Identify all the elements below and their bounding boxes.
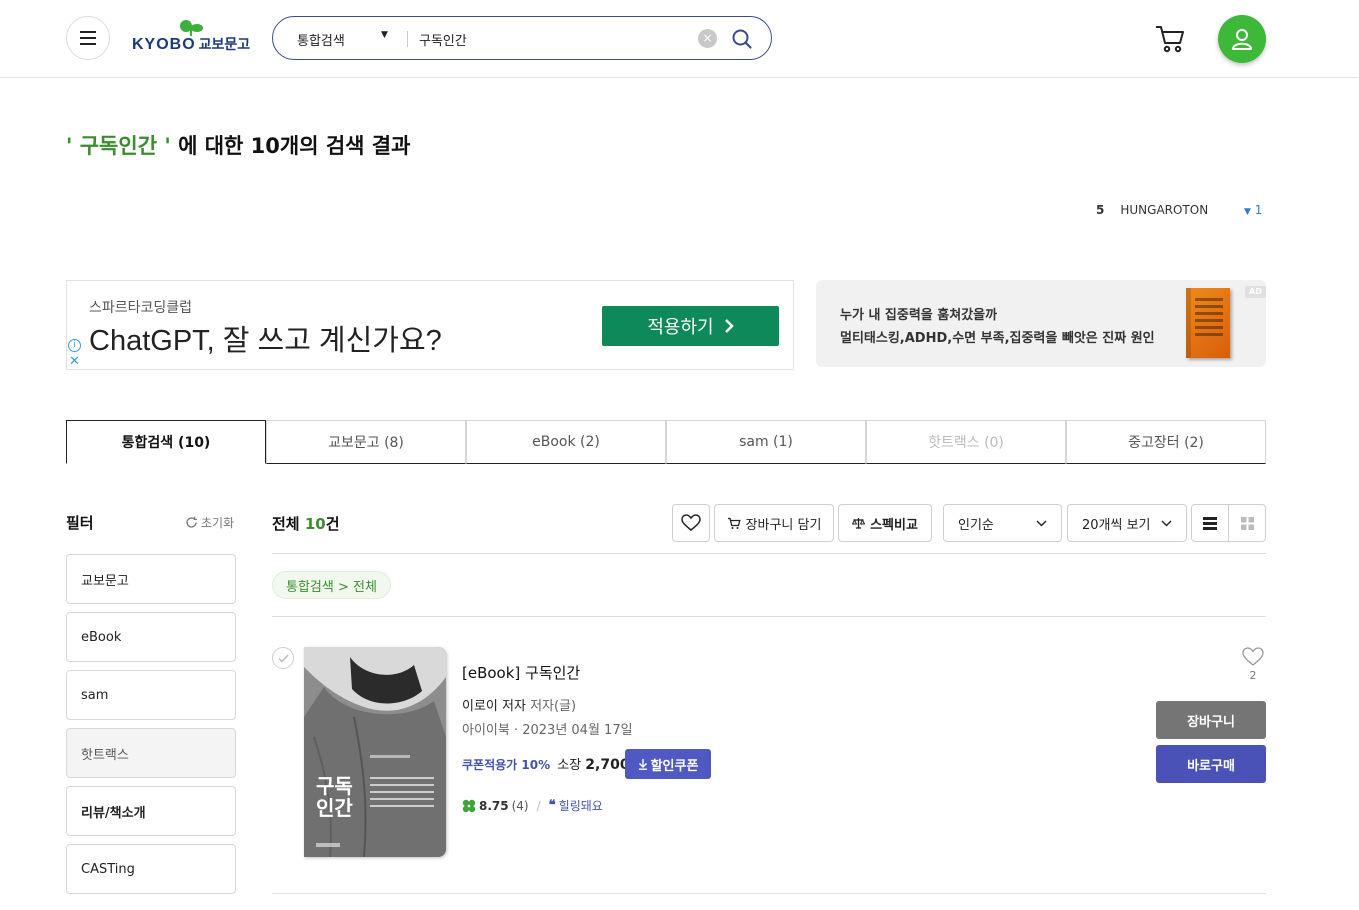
ad-line-2: 멀티태스킹,ADHD,수면 부족,집중력을 빼앗은 진짜 원인 (840, 331, 1155, 346)
divider (272, 893, 1266, 894)
result-title: ' 구독인간 ' 에 대한 10개의 검색 결과 (66, 134, 411, 158)
kyobo-logo[interactable]: KYOBO 교보문고 (132, 18, 256, 54)
result-keyword: ' 구독인간 ' (66, 134, 171, 158)
download-icon (638, 758, 647, 770)
heart-icon (681, 514, 701, 531)
ad-headline: ChatGPT, 잘 쓰고 계신가요? (89, 325, 442, 357)
filter-kyobo[interactable]: 교보문고 (66, 554, 236, 604)
cart-icon (727, 517, 741, 529)
compare-button[interactable]: 스펙비교 (838, 504, 932, 542)
search-input[interactable] (419, 27, 689, 51)
filter-title: 필터 (66, 514, 94, 532)
ad-cta-button[interactable]: 적용하기 (602, 306, 779, 346)
grid-view-button[interactable] (1228, 504, 1266, 542)
ad-line-1: 누가 내 집중력을 훔쳐갔을까 (840, 308, 998, 323)
clear-icon[interactable]: × (698, 29, 717, 48)
buy-now-button[interactable]: 바로구매 (1156, 745, 1266, 783)
header: KYOBO교보문고 통합검색 ▼ × (0, 0, 1359, 78)
scale-icon (852, 518, 866, 529)
tab-used[interactable]: 중고장터 (2) (1066, 420, 1266, 464)
list-view-icon (1203, 516, 1217, 530)
product-rating[interactable]: 8.75 (4) / ❝ 힐링돼요 (462, 797, 603, 814)
arrow-down-icon: ▼ (1244, 207, 1251, 217)
caret-down-icon[interactable]: ▼ (381, 30, 388, 40)
ranking-change: ▼ 1 (1244, 203, 1263, 217)
ad-brand: 스파르타코딩클럽 (89, 300, 193, 316)
search-bar: 통합검색 ▼ × (272, 16, 772, 60)
filter-casting[interactable]: CASTing (66, 844, 236, 894)
check-icon (277, 653, 289, 663)
filter-hottracks[interactable]: 핫트랙스 (66, 728, 236, 778)
discount-coupon-button[interactable]: 할인쿠폰 (625, 749, 711, 779)
tab-hottracks[interactable]: 핫트랙스 (0) (866, 420, 1066, 464)
keyword-ranking[interactable]: 5 HUNGAROTON (1096, 203, 1208, 217)
cart-icon[interactable] (1154, 24, 1186, 54)
tab-ebook[interactable]: eBook (2) (466, 420, 666, 464)
tab-all[interactable]: 통합검색 (10) (66, 420, 266, 464)
review-tag: 힐링돼요 (558, 799, 603, 813)
filter-reset-button[interactable]: 초기화 (185, 514, 234, 531)
add-to-cart-button[interactable]: 장바구니 담기 (714, 504, 834, 542)
tab-kyobo[interactable]: 교보문고 (8) (266, 420, 466, 464)
refresh-icon (186, 516, 197, 528)
search-category-select[interactable]: 통합검색 (297, 30, 345, 49)
search-icon[interactable] (731, 28, 753, 50)
product-price: 쿠폰적용가 10% 소장 2,700원 (462, 757, 643, 773)
filter-sam[interactable]: sam (66, 670, 236, 720)
product-title[interactable]: [eBook] 구독인간 (462, 662, 580, 683)
divider (272, 553, 1266, 554)
cover-title: 구독 인간 (316, 774, 353, 820)
user-icon (1232, 29, 1252, 50)
breadcrumb[interactable]: 통합검색 > 전체 (272, 571, 391, 599)
ad-book-image (1186, 288, 1230, 358)
tab-sam[interactable]: sam (1) (666, 420, 866, 464)
chevron-down-icon (1161, 520, 1172, 526)
clover-icon (462, 799, 476, 812)
list-view-button[interactable] (1191, 504, 1229, 542)
cart-button[interactable]: 장바구니 (1156, 701, 1266, 739)
wishlist-button[interactable] (672, 504, 710, 542)
logo-text: KYOBO 교보문고 (132, 36, 251, 53)
grid-view-icon (1240, 516, 1254, 530)
chevron-down-icon (1036, 520, 1047, 526)
chevron-right-icon (724, 319, 734, 333)
ad-close-icon[interactable]: ✕ (68, 355, 81, 368)
ad-info-icon[interactable]: i (68, 339, 81, 352)
wish-count: 2 (1249, 669, 1257, 682)
sort-select[interactable]: 인기순 (943, 504, 1062, 542)
divider (272, 616, 1266, 617)
product-select-checkbox[interactable] (272, 647, 294, 669)
menu-button[interactable] (66, 16, 110, 60)
ad-tag: AD (1245, 286, 1266, 298)
ad-banner-left[interactable]: 스파르타코딩클럽 ChatGPT, 잘 쓰고 계신가요? 적용하기 i ✕ (66, 280, 794, 370)
user-button[interactable] (1218, 15, 1266, 63)
menu-icon (80, 31, 96, 45)
per-page-select[interactable]: 20개씩 보기 (1067, 504, 1187, 542)
search-divider (407, 31, 408, 47)
cover-illustration (304, 647, 446, 857)
ad-banner-right[interactable]: 누가 내 집중력을 훔쳐갔을까 멀티태스킹,ADHD,수면 부족,집중력을 빼앗… (816, 280, 1266, 367)
wishlist-toggle[interactable]: 2 (1241, 647, 1265, 682)
heart-icon (1242, 647, 1264, 666)
filter-review[interactable]: 리뷰/책소개 (66, 786, 236, 836)
quote-icon: ❝ (548, 798, 556, 813)
product-author[interactable]: 이로이 저자 저자(글) (462, 695, 576, 714)
search-tabs: 통합검색 (10) 교보문고 (8) eBook (2) sam (1) 핫트랙… (66, 420, 1266, 464)
result-count: 전체 10건 (272, 515, 340, 533)
product-cover-image[interactable]: 구독 인간 (304, 647, 446, 857)
product-publisher: 아이이북 · 2023년 04월 17일 (462, 723, 633, 738)
filter-ebook[interactable]: eBook (66, 612, 236, 662)
